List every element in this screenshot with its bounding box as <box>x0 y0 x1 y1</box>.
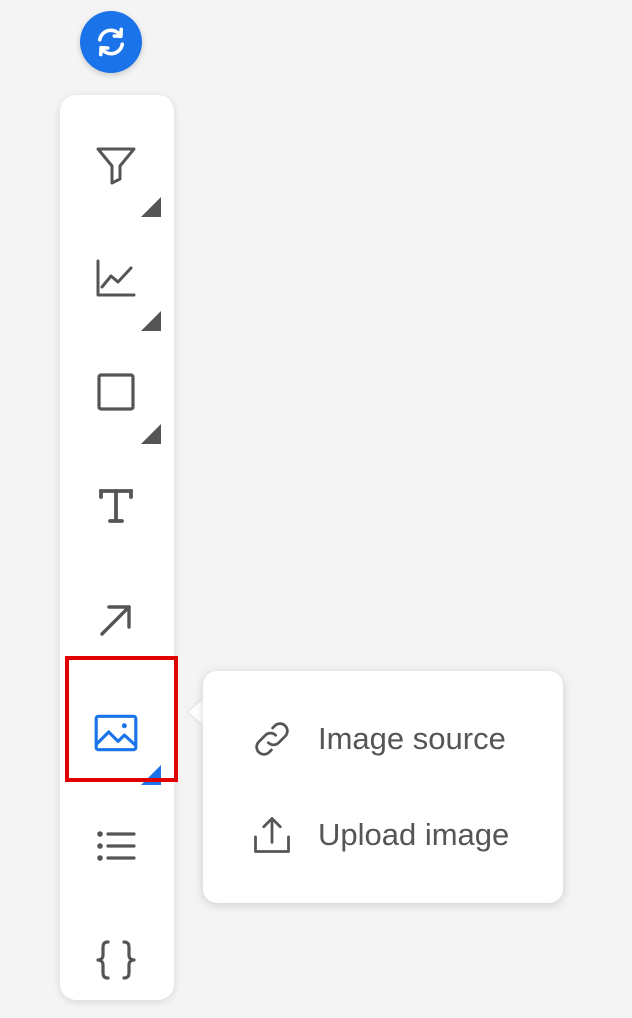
arrow-icon <box>88 592 144 648</box>
image-tool[interactable] <box>60 683 174 791</box>
submenu-indicator <box>141 197 161 217</box>
link-icon <box>247 714 297 764</box>
list-tool[interactable] <box>60 796 174 904</box>
text-icon <box>88 478 144 534</box>
image-source-item[interactable]: Image source <box>203 694 563 784</box>
rectangle-icon <box>88 364 144 420</box>
code-tool[interactable] <box>60 910 174 1018</box>
text-tool[interactable] <box>60 456 174 564</box>
upload-image-label: Upload image <box>318 817 510 852</box>
image-source-label: Image source <box>318 721 506 756</box>
filter-icon <box>88 137 144 193</box>
image-menu: Image source Upload image <box>203 671 563 903</box>
submenu-indicator <box>141 765 161 785</box>
filter-tool[interactable] <box>60 115 174 223</box>
line-chart-icon <box>88 251 144 307</box>
image-icon <box>88 705 144 761</box>
submenu-indicator <box>141 424 161 444</box>
refresh-button[interactable] <box>80 11 142 73</box>
toolbar <box>60 95 174 1000</box>
arrow-tool[interactable] <box>60 570 174 678</box>
upload-icon <box>247 810 297 860</box>
chart-tool[interactable] <box>60 229 174 337</box>
popup-arrow <box>189 698 204 726</box>
list-icon <box>88 818 144 874</box>
refresh-icon <box>93 24 129 60</box>
shape-tool[interactable] <box>60 342 174 450</box>
braces-icon <box>88 932 144 988</box>
upload-image-item[interactable]: Upload image <box>203 790 563 880</box>
submenu-indicator <box>141 311 161 331</box>
